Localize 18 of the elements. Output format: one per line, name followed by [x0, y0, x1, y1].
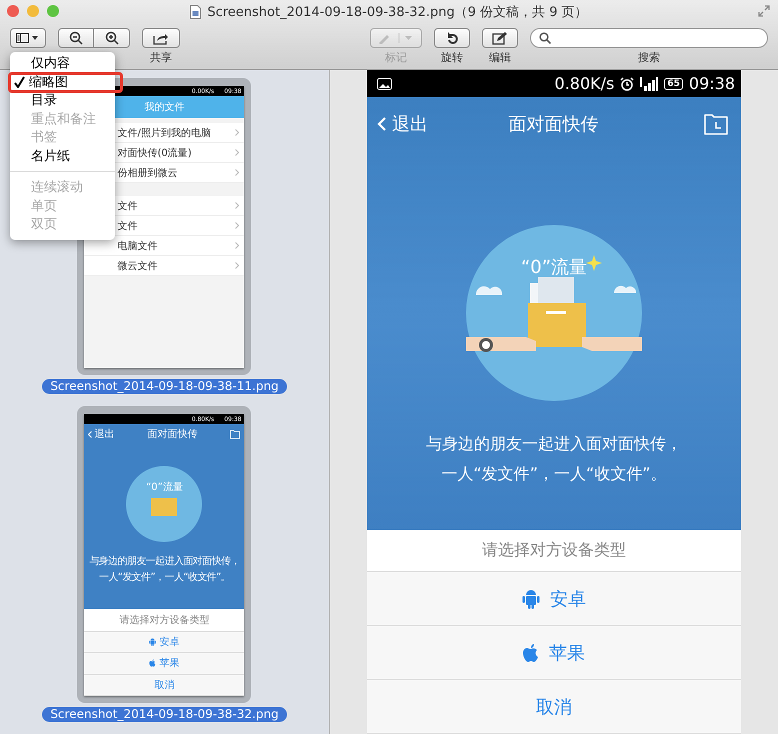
- screen-title: 我的文件: [144, 100, 184, 114]
- sheet-prompt: 请选择对方设备类型: [367, 530, 741, 572]
- battery-level: 65: [664, 78, 683, 90]
- illustration-caption: “0”流量: [520, 256, 588, 279]
- screen-title: 面对面快传: [508, 112, 598, 136]
- window-title: Screenshot_2014-09-18-09-38-32.png（9 份文稿，共 9 页）: [207, 4, 588, 21]
- clock-time: 09:38: [688, 74, 735, 93]
- edit-label: 编辑: [489, 50, 511, 65]
- description-text: 与身边的朋友一起进入面对面快传， 一人“发文件”，一人“收文件”。: [89, 554, 240, 585]
- sheet-prompt: 请选择对方设备类型: [84, 609, 244, 632]
- network-speed: 0.80K/s: [554, 74, 614, 93]
- transfer-illustration: “0”流量: [126, 466, 202, 542]
- markup-label: 标记: [385, 50, 407, 65]
- search-label: 搜索: [638, 50, 660, 65]
- share-label: 共享: [150, 50, 172, 65]
- rotate-label: 旋转: [441, 50, 463, 65]
- description-text: 与身边的朋友一起进入面对面快传， 一人“发文件”，一人“收文件”。: [426, 433, 682, 485]
- screen-title: 面对面快传: [147, 428, 198, 441]
